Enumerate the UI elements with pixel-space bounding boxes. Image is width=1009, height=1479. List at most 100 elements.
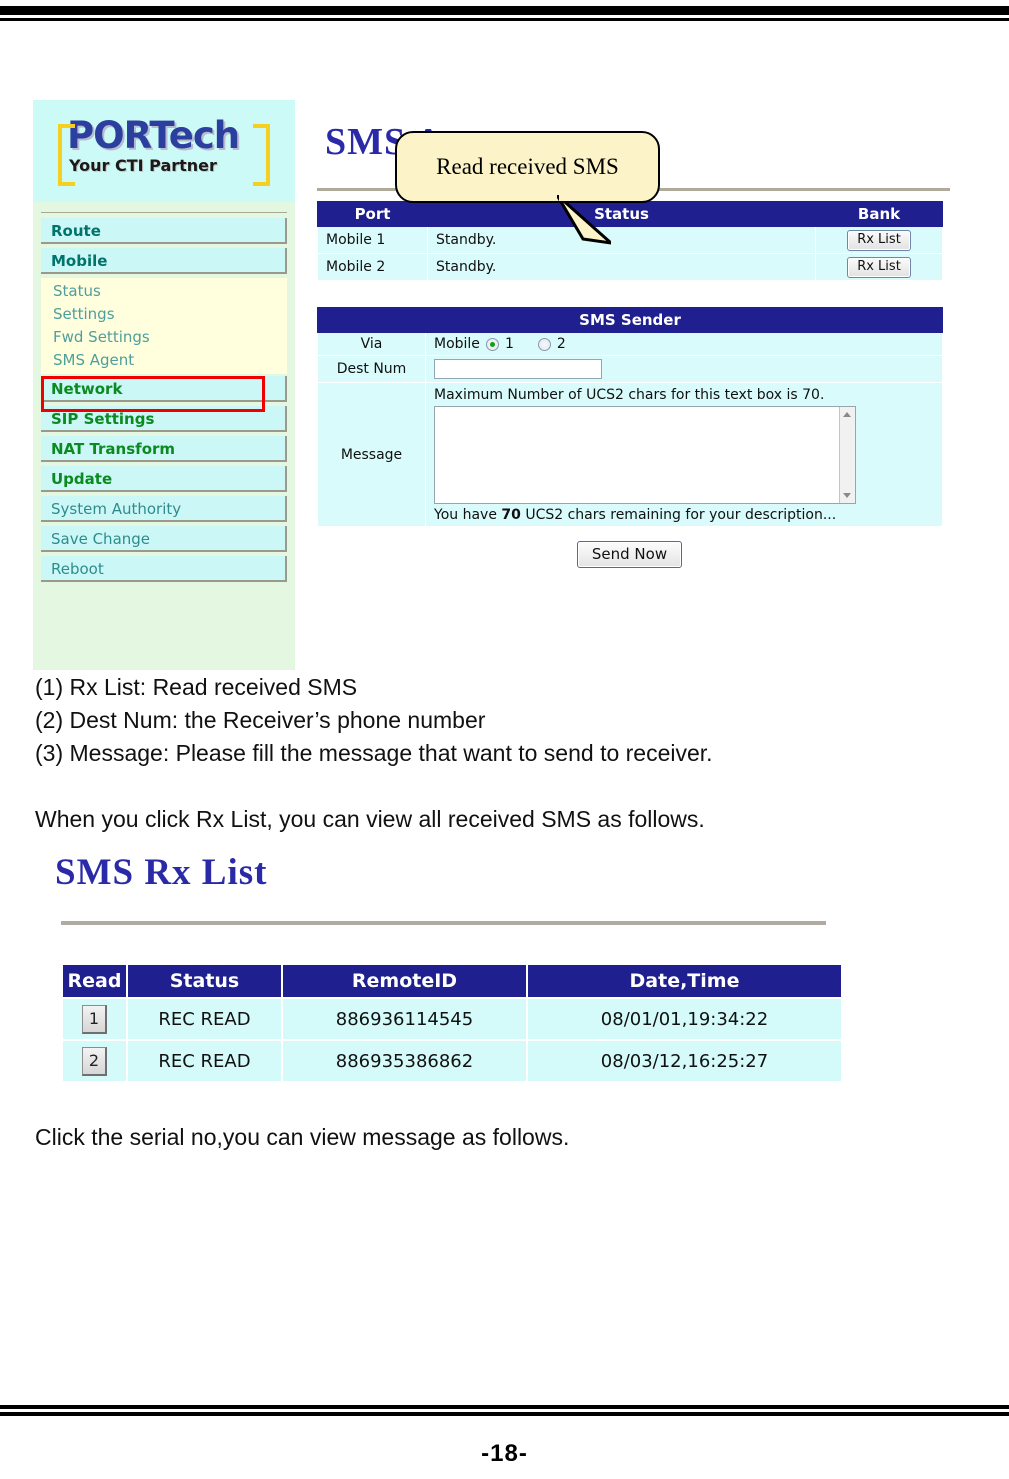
rx-title-divider (61, 921, 826, 925)
sidebar-item-label: System Authority (51, 500, 182, 518)
rx-list-button[interactable]: Rx List (847, 229, 911, 251)
message-scrollbar[interactable] (839, 407, 855, 503)
label-via: Via (317, 332, 426, 356)
dest-num-input[interactable] (434, 359, 602, 379)
via-mobile-prefix: Mobile (434, 336, 480, 352)
row-message: Message Maximum Number of UCS2 chars for… (317, 382, 943, 527)
sidebar-item-label: Route (51, 222, 101, 240)
page-number: -18- (481, 1440, 528, 1467)
page-bottom-rule (0, 1405, 1009, 1416)
message-remaining-text: You have 70 UCS2 chars remaining for you… (434, 507, 934, 523)
annotation-callout: Read received SMS (395, 131, 660, 245)
sidebar: PORTech Your CTI Partner Route Mobile St… (33, 100, 295, 670)
radio-mobile-2[interactable] (537, 337, 551, 351)
rx-list-button[interactable]: Rx List (847, 256, 911, 278)
label-message: Message (317, 382, 426, 527)
body-line-1: (1) Rx List: Read received SMS (35, 674, 358, 700)
sms-sender-table: SMS Sender Via Mobile 1 2 Dest Num Messa… (317, 307, 943, 527)
sidebar-item-sip-settings[interactable]: SIP Settings (41, 406, 287, 432)
row-dest-num: Dest Num (317, 355, 943, 383)
cell-read: 1 (61, 997, 128, 1041)
sms-sender-header-row: SMS Sender (317, 307, 943, 333)
remaining-count: 70 (501, 507, 521, 523)
body-line-3: (3) Message: Please fill the message tha… (35, 740, 713, 766)
body-line-2: (2) Dest Num: the Receiver’s phone numbe… (35, 707, 486, 733)
sidebar-item-label: Mobile (51, 252, 108, 270)
cell-datetime: 08/03/12,16:25:27 (526, 1039, 843, 1083)
table-header-row: Port Status Bank (317, 201, 943, 227)
logo-box: PORTech Your CTI Partner (33, 100, 295, 202)
portech-logo: PORTech Your CTI Partner (55, 116, 273, 186)
sidebar-item-route[interactable]: Route (41, 218, 287, 244)
cell-status: Standby. (427, 253, 816, 281)
scroll-up-icon[interactable] (843, 412, 851, 417)
sms-sender-title: SMS Sender (317, 307, 943, 333)
sms-agent-screenshot: PORTech Your CTI Partner Route Mobile St… (33, 100, 958, 670)
sidebar-item-network[interactable]: Network (41, 376, 287, 402)
sidebar-item-update[interactable]: Update (41, 466, 287, 492)
remaining-prefix: You have (434, 507, 497, 523)
sidebar-item-settings[interactable]: Settings (41, 303, 287, 326)
radio-mobile-1[interactable] (485, 337, 499, 351)
sidebar-item-fwd-settings[interactable]: Fwd Settings (41, 326, 287, 349)
label-dest-num: Dest Num (317, 355, 426, 383)
page-top-rule (0, 6, 1009, 21)
cell-dest-num (425, 355, 943, 383)
sidebar-item-label: Reboot (51, 560, 104, 578)
logo-bracket-right-icon (253, 124, 270, 186)
cell-status: Standby. (427, 226, 816, 254)
menu-divider (41, 212, 287, 213)
sidebar-item-label: Status (53, 282, 101, 300)
column-header-bank: Bank (815, 201, 943, 227)
sidebar-item-save-change[interactable]: Save Change (41, 526, 287, 552)
send-now-button[interactable]: Send Now (576, 541, 683, 568)
cell-datetime: 08/01/01,19:34:22 (526, 997, 843, 1041)
sidebar-item-label: SMS Agent (53, 351, 135, 369)
body-line-4: When you click Rx List, you can view all… (35, 806, 705, 832)
sidebar-item-status[interactable]: Status (41, 280, 287, 303)
sidebar-item-label: Save Change (51, 530, 151, 548)
sidebar-item-reboot[interactable]: Reboot (41, 556, 287, 582)
sidebar-item-nat-transform[interactable]: NAT Transform (41, 436, 287, 462)
serial-number-button[interactable]: 1 (82, 1004, 107, 1034)
sms-rx-list-screenshot: SMS Rx List Read Status RemoteID Date,Ti… (33, 845, 848, 1120)
cell-bank: Rx List (815, 226, 943, 254)
sidebar-item-system-authority[interactable]: System Authority (41, 496, 287, 522)
logo-bracket-left-icon (58, 124, 75, 186)
message-max-hint: Maximum Number of UCS2 chars for this te… (434, 387, 825, 403)
cell-bank: Rx List (815, 253, 943, 281)
cell-via-options: Mobile 1 2 (425, 332, 943, 356)
sidebar-item-mobile[interactable]: Mobile (41, 248, 287, 274)
column-header-status: Status (427, 201, 816, 227)
sidebar-submenu-mobile: Status Settings Fwd Settings SMS Agent (41, 278, 287, 374)
radio-mobile-2-label: 2 (556, 336, 566, 352)
table-header-row: Read Status RemoteID Date,Time (61, 963, 843, 999)
rx-list-table: Read Status RemoteID Date,Time 1 REC REA… (61, 963, 843, 1083)
row-via: Via Mobile 1 2 (317, 332, 943, 356)
logo-tagline: Your CTI Partner (69, 156, 217, 175)
table-row: Mobile 2 Standby. Rx List (317, 253, 943, 281)
serial-number-button[interactable]: 2 (82, 1046, 107, 1076)
message-textarea[interactable] (434, 406, 856, 504)
sidebar-menu: Route Mobile Status Settings Fwd Setting… (33, 202, 295, 582)
sidebar-item-label: Network (51, 380, 123, 398)
cell-port: Mobile 1 (317, 226, 428, 254)
scroll-down-icon[interactable] (843, 493, 851, 498)
cell-port: Mobile 2 (317, 253, 428, 281)
table-row: 2 REC READ 886935386862 08/03/12,16:25:2… (61, 1039, 843, 1083)
cell-remoteid: 886936114545 (281, 997, 528, 1041)
column-header-datetime: Date,Time (526, 963, 843, 999)
radio-mobile-1-label: 1 (504, 336, 514, 352)
sidebar-item-label: NAT Transform (51, 440, 176, 458)
cell-status: REC READ (126, 1039, 283, 1083)
cell-message: Maximum Number of UCS2 chars for this te… (425, 382, 943, 527)
sidebar-item-label: Update (51, 470, 113, 488)
table-row: Mobile 1 Standby. Rx List (317, 226, 943, 254)
port-status-table: Port Status Bank Mobile 1 Standby. Rx Li… (317, 201, 943, 281)
rx-list-title: SMS Rx List (55, 852, 268, 893)
column-header-status: Status (126, 963, 283, 999)
sidebar-item-sms-agent[interactable]: SMS Agent (41, 349, 287, 372)
sidebar-item-label: SIP Settings (51, 410, 155, 428)
sidebar-item-label: Settings (53, 305, 115, 323)
column-header-remoteid: RemoteID (281, 963, 528, 999)
